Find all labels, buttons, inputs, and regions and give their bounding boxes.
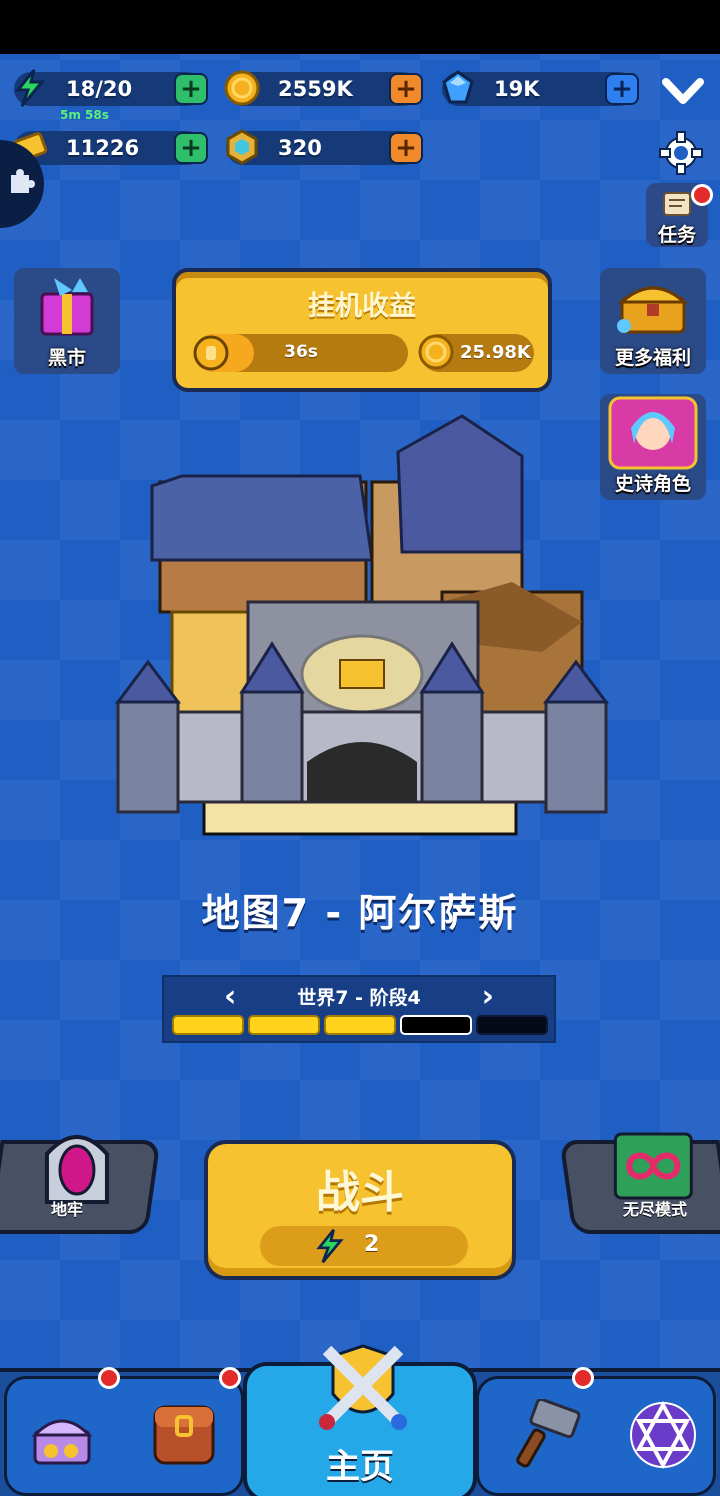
idle-gold-amount: 25.98K [460,342,531,363]
backpack-icon [149,1397,219,1473]
castle-map-illustration[interactable] [112,412,612,842]
add-gold-button[interactable]: + [389,73,423,105]
hammer-icon [511,1397,585,1477]
tasks-notification-badge [691,184,713,206]
chevron-down-icon[interactable] [660,74,706,108]
stage-segment [324,1015,396,1035]
nav-tab-shop[interactable] [4,1376,244,1496]
map-title: 地图7 - 阿尔萨斯 [201,891,519,935]
gold-coin-icon [416,332,456,376]
next-stage-arrow-icon[interactable]: › [482,979,494,1014]
gold-coin-icon [220,66,264,110]
more-benefits-button[interactable]: 更多福利 [600,268,706,374]
black-market-label: 黑市 [47,347,86,369]
gems-value: 19K [494,77,540,101]
hero-portrait-icon [606,396,700,474]
nav-tab-forge[interactable] [476,1376,716,1496]
black-market-button[interactable]: 黑市 [14,268,120,374]
gold-value: 2559K [278,77,353,101]
dungeon-label: 地牢 [51,1200,84,1219]
infinity-map-icon [611,1130,695,1206]
endless-mode-button[interactable]: 无尽模式 [559,1132,720,1234]
tickets-value: 11226 [66,136,140,160]
epic-hero-button[interactable]: 史诗角色 [600,394,706,500]
add-crystals-button[interactable]: + [389,132,423,164]
tasks-label: 任务 [657,224,696,246]
add-tickets-button[interactable]: + [174,132,208,164]
stage-label: 世界7 - 阶段4 [297,987,421,1009]
hex-crystal-icon [220,125,264,169]
gear-icon[interactable] [658,130,704,176]
magic-star-icon [625,1397,701,1477]
dungeon-button[interactable]: 地牢 [0,1135,161,1234]
battle-button[interactable]: 战斗 2 [204,1140,516,1280]
energy-timer: 5m 58s [60,108,109,122]
crystals-value: 320 [278,136,322,160]
stage-segment [248,1015,320,1035]
forge-notification-badge [572,1367,594,1389]
stage-segment [400,1015,472,1035]
add-energy-button[interactable]: + [174,73,208,105]
lightning-icon [8,66,52,110]
battle-cost: 2 [260,1226,468,1266]
nav-home-label: 主页 [326,1447,394,1487]
bag-notification-badge [219,1367,241,1389]
stage-segment [172,1015,244,1035]
endless-mode-label: 无尽模式 [622,1200,687,1219]
treasure-chest-icon [614,274,692,342]
lightning-icon [312,1228,348,1268]
idle-income-title: 挂机收益 [308,291,416,322]
shop-notification-badge [98,1367,120,1389]
stage-selector: ‹ 世界7 - 阶段4 › [162,975,556,1043]
nav-tab-home[interactable]: 主页 [243,1344,477,1496]
blue-gem-icon [436,66,480,110]
add-gems-button[interactable]: + [605,73,639,105]
crossed-swords-icon [313,1340,413,1440]
battle-label: 战斗 [316,1167,404,1218]
scroll-icon [660,189,694,223]
more-benefits-label: 更多福利 [614,347,691,369]
status-bar [0,0,720,54]
coin-pouch-icon [190,332,232,378]
battle-cost-value: 2 [364,1232,380,1257]
energy-value: 18/20 [66,77,133,101]
idle-gold-box: 25.98K [418,334,534,372]
idle-income-panel[interactable]: 挂机收益 36s 25.98K [172,268,552,392]
puzzle-icon [7,167,37,201]
stage-segment [476,1015,548,1035]
gift-box-icon [32,274,102,344]
treasure-box-icon [29,1407,95,1473]
